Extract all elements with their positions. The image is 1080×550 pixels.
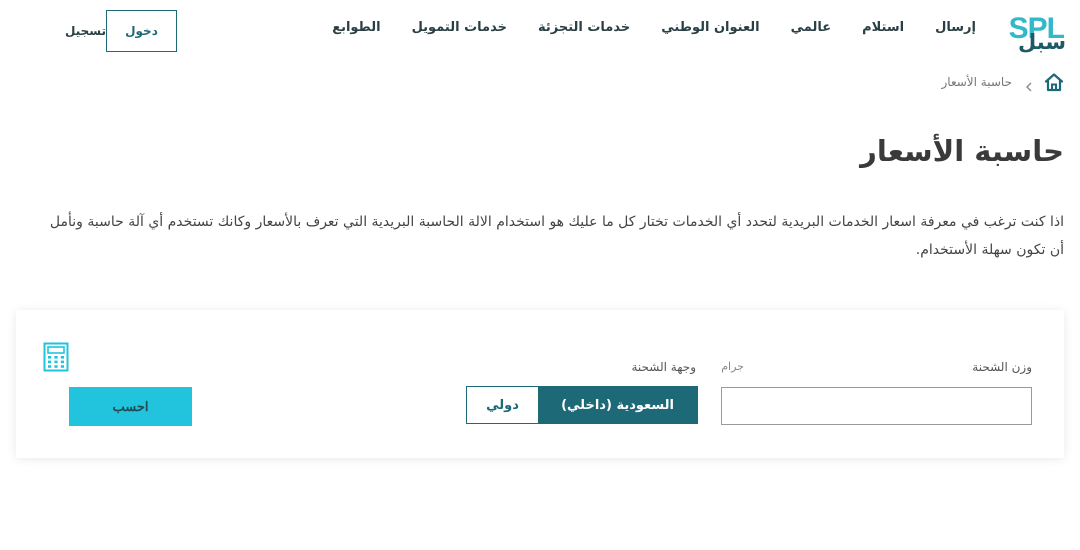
nav-national-address[interactable]: العنوان الوطني — [661, 20, 759, 35]
login-button[interactable]: دخول — [105, 10, 177, 52]
home-icon[interactable] — [1044, 72, 1064, 92]
unit-label: جرام — [721, 360, 744, 373]
nav-receive[interactable]: استلام — [862, 20, 904, 35]
top-header: SPL سبل إرسال استلام عالمي العنوان الوطن… — [0, 0, 1080, 64]
destination-international-button[interactable]: دولي — [467, 387, 538, 423]
nav-stamps[interactable]: الطوابع — [332, 20, 380, 35]
nav-send[interactable]: إرسال — [935, 20, 976, 35]
auth-area: دخول تسجيل — [36, 10, 177, 52]
weight-label: وزن الشحنة — [972, 360, 1032, 374]
page-title: حاسبة الأسعار — [860, 134, 1064, 168]
chevron-left-icon — [1024, 77, 1034, 92]
breadcrumb-current: حاسبة الأسعار — [941, 75, 1012, 89]
destination-domestic-button[interactable]: السعودية (داخلي) — [538, 387, 697, 423]
page: SPL سبل إرسال استلام عالمي العنوان الوطن… — [0, 0, 1080, 550]
breadcrumb: حاسبة الأسعار — [942, 72, 1064, 92]
destination-toggle: السعودية (داخلي) دولي — [466, 386, 698, 424]
price-calculator-card: وزن الشحنة جرام وجهة الشحنة السعودية (دا… — [16, 310, 1064, 458]
nav-global[interactable]: عالمي — [791, 20, 832, 35]
calculate-button[interactable]: احسب — [69, 387, 192, 426]
destination-label: وجهة الشحنة — [631, 360, 697, 374]
nav-finance-services[interactable]: خدمات التمويل — [412, 20, 507, 35]
nav-retail-services[interactable]: خدمات التجزئة — [538, 20, 630, 35]
calculator-icon — [43, 342, 69, 372]
main-nav: إرسال استلام عالمي العنوان الوطني خدمات … — [332, 20, 976, 35]
logo-arabic: سبل — [1018, 30, 1066, 54]
spl-logo[interactable]: SPL سبل — [1006, 12, 1068, 54]
register-link[interactable]: تسجيل — [65, 24, 106, 38]
intro-text: اذا كنت ترغب في معرفة اسعار الخدمات البر… — [49, 214, 1064, 258]
weight-input[interactable] — [721, 387, 1032, 425]
